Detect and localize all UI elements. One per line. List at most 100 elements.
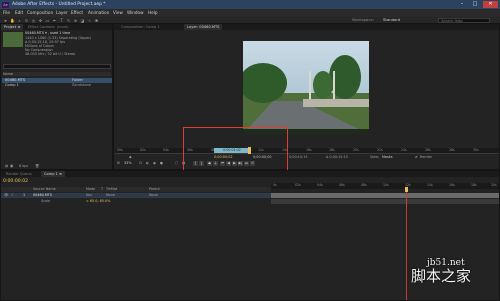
playhead-line[interactable] (406, 192, 407, 300)
interpret-footage-icon[interactable]: ▤ (5, 164, 8, 168)
menu-layer[interactable]: Layer (56, 9, 68, 17)
ruler-tick: 16s (306, 148, 312, 152)
roto-brush-tool-icon[interactable]: ✧ (87, 18, 92, 23)
layer-trkmat[interactable]: None (106, 193, 115, 197)
tab-project[interactable]: Project ≡ (1, 24, 24, 30)
layer-name[interactable]: 00460.MTS (33, 193, 52, 197)
audio-speaker-icon[interactable]: ♪ (11, 193, 13, 197)
column-t[interactable]: T (101, 187, 103, 191)
text-tool-icon[interactable]: T (59, 18, 64, 23)
layer-duration-bar[interactable] (271, 193, 499, 198)
project-panel: Project ≡ Effect Controls: (none) 00460.… (0, 23, 113, 170)
ruler-tick: 22s (377, 148, 383, 152)
menu-animation[interactable]: Animation (88, 9, 109, 17)
layer-parent[interactable]: None (149, 193, 158, 197)
puppet-tool-icon[interactable]: ✱ (94, 18, 99, 23)
timeline-tick: 16s (449, 183, 455, 187)
menu-file[interactable]: File (3, 9, 10, 17)
project-column-header: Name (3, 72, 111, 77)
timeline-tick: 06s (339, 183, 345, 187)
timeline-tick: 10s (383, 183, 389, 187)
ruler-tick: 04s (163, 148, 169, 152)
menu-edit[interactable]: Edit (15, 9, 23, 17)
scale-property-value[interactable]: ∞ 65.0, 65.0% (86, 199, 110, 203)
column-mode[interactable]: Mode (86, 187, 95, 191)
controls-row: ⊞ 33% ⊡ ◐ ◉ ● ▢ ▦ (115, 161, 499, 167)
minimize-button[interactable]: – (456, 1, 468, 8)
ruler-tick: 20s (353, 148, 359, 152)
color-channel-icon[interactable]: ● (160, 161, 163, 165)
ruler-tick: 00s (117, 148, 123, 152)
render-checkbox[interactable]: ✔ (415, 155, 418, 159)
region-of-interest-icon[interactable]: ▢ (175, 161, 178, 165)
layer-number: 1 (23, 193, 26, 197)
project-tabbar: Project ≡ Effect Controls: (none) (1, 24, 112, 30)
search-help-input[interactable]: Search Help (438, 17, 490, 23)
column-name[interactable]: Name (3, 72, 13, 76)
app-icon: Ae (2, 1, 9, 8)
timeline-tick: 20s (491, 183, 497, 187)
menu-composition[interactable]: Composition (27, 9, 53, 17)
pan-behind-tool-icon[interactable]: ✥ (38, 18, 43, 23)
column-parent[interactable]: Parent (149, 187, 160, 191)
ruler-tick: 24s (401, 148, 407, 152)
menu-view[interactable]: View (113, 9, 123, 17)
snapshot-icon[interactable]: ◉ (153, 161, 156, 165)
tab-render-queue[interactable]: Render Queue (3, 171, 35, 177)
eraser-tool-icon[interactable]: ◪ (80, 18, 85, 23)
hand-tool-icon[interactable]: ✋ (10, 18, 15, 23)
menu-effect[interactable]: Effect (71, 9, 83, 17)
selection-tool-icon[interactable]: ➤ (3, 18, 8, 23)
timeline-tick: 02s (295, 183, 301, 187)
zoom-tool-icon[interactable]: ⌕ (17, 18, 22, 23)
safe-margins-icon[interactable]: ⊡ (139, 161, 142, 165)
timeline-tick: 18s (471, 183, 477, 187)
menu-help[interactable]: Help (148, 9, 158, 17)
mask-visibility-icon[interactable]: ◐ (146, 161, 149, 165)
clone-tool-icon[interactable]: ⊕ (73, 18, 78, 23)
timeline-column-header: Source Name Mode T TrkMat Parent (1, 187, 271, 192)
visibility-eye-icon[interactable]: 👁 (4, 193, 8, 197)
composition-ruler[interactable]: 00s 02s 04s 06s 08s 10s 12s 14s 16s 18s … (115, 148, 499, 154)
tab-effect-controls[interactable]: Effect Controls: (none) (25, 24, 71, 30)
tab-layer[interactable]: Layer: 00460.MTS (184, 24, 223, 30)
window-title: Adobe After Effects - Untitled Project.a… (12, 2, 106, 7)
ruler-tick: 30s (473, 148, 479, 152)
tab-composition[interactable]: Composition: Comp 1 (118, 24, 163, 30)
window-title-bar: Ae Adobe After Effects - Untitled Projec… (0, 0, 500, 9)
time-cti-icon[interactable]: ◆ (129, 155, 132, 159)
composition-tabbar: Composition: Comp 1 Layer: 00460.MTS (114, 24, 499, 30)
menu-window[interactable]: Window (127, 9, 144, 17)
ruler-tick: 02s (140, 148, 146, 152)
pen-tool-icon[interactable]: ✒ (52, 18, 57, 23)
ruler-tick: 18s (329, 148, 335, 152)
grid-icon[interactable]: ⊞ (117, 161, 120, 165)
property-track (271, 199, 499, 204)
timeline-ruler[interactable]: 0s 02s 04s 06s 08s 10s 12s 14s 16s 18s 2… (271, 183, 499, 189)
column-source-name[interactable]: Source Name (33, 187, 56, 191)
footage-info-5: 48.000 kHz / 32 bit U / Stereo (25, 51, 76, 56)
project-search-input[interactable] (3, 64, 111, 69)
new-folder-icon[interactable]: ▣ (10, 164, 13, 168)
column-trkmat[interactable]: TrkMat (106, 187, 117, 191)
video-frame[interactable] (243, 41, 369, 134)
footage-thumbnail (3, 32, 23, 47)
layer-mode[interactable]: Nor (86, 193, 92, 197)
bpc-label[interactable]: 8 bpc (19, 164, 28, 168)
delete-icon[interactable]: 🗑 (35, 164, 39, 168)
composition-panel: Composition: Comp 1 Layer: 00460.MTS 00s (113, 23, 500, 170)
project-item[interactable]: Comp 1 Sandstone (2, 83, 112, 88)
rotate-tool-icon[interactable]: ↻ (24, 18, 29, 23)
maximize-button[interactable]: □ (469, 1, 481, 8)
close-button[interactable]: ✕ (483, 1, 498, 8)
view-select[interactable]: Masks (382, 155, 393, 159)
tab-comp-1[interactable]: Comp 1 ≡ (41, 171, 66, 177)
zoom-select[interactable]: 33% (124, 161, 132, 165)
camera-tool-icon[interactable]: ◎ (31, 18, 36, 23)
ruler-tick: 26s (425, 148, 431, 152)
timeline-layer-row[interactable]: 👁 ♪ 1 00460.MTS Nor None None (1, 193, 271, 198)
timeline-time-display[interactable]: 0:00:00:02 (3, 179, 28, 184)
mask-tool-icon[interactable]: ▭ (45, 18, 50, 23)
brush-tool-icon[interactable]: ✎ (66, 18, 71, 23)
out-point[interactable]: 0;00:15:15 (289, 155, 308, 159)
